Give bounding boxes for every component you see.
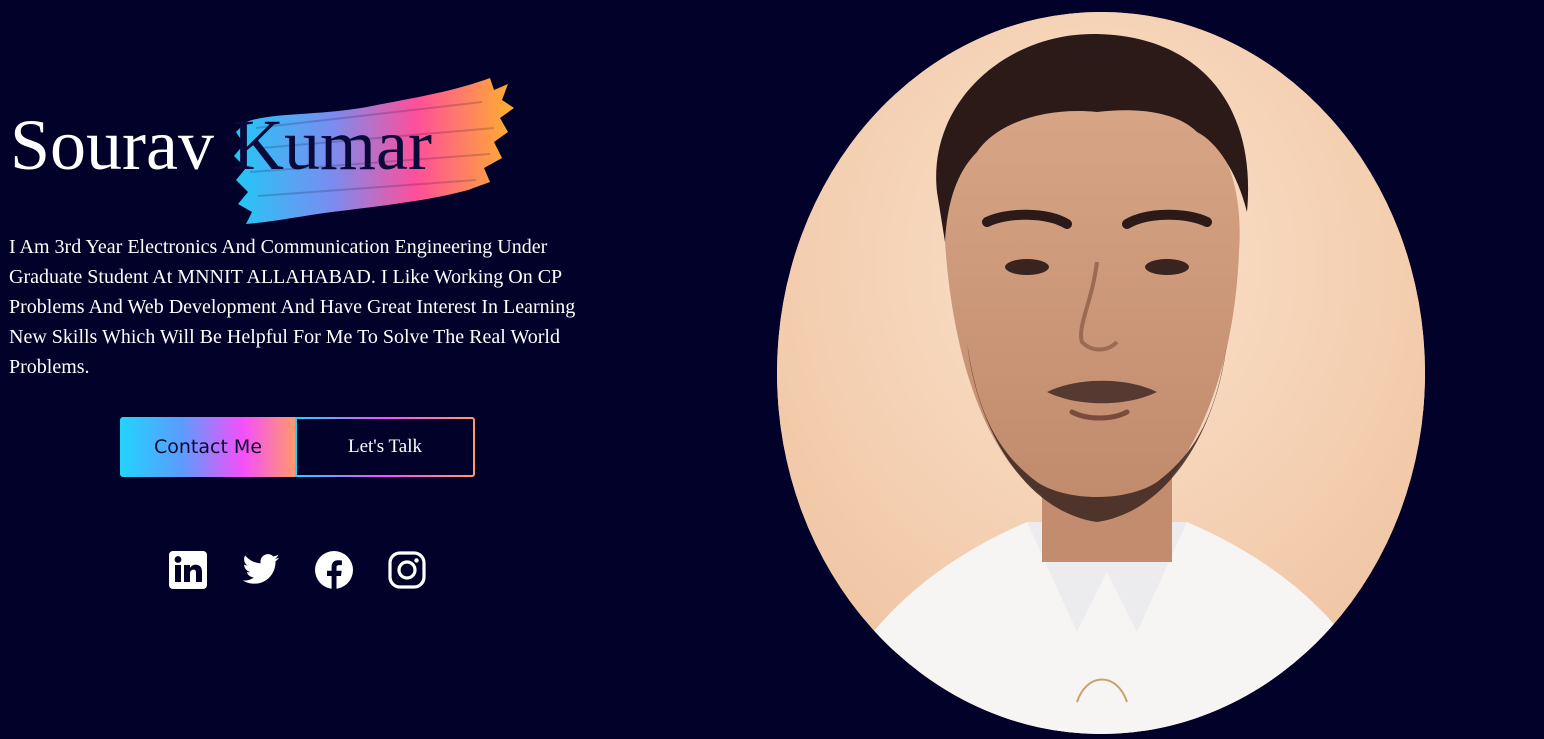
last-name: Kumar <box>231 105 432 185</box>
facebook-link[interactable] <box>314 550 354 590</box>
portrait-illustration <box>777 12 1425 734</box>
instagram-icon <box>388 551 426 589</box>
twitter-icon <box>242 554 280 584</box>
instagram-link[interactable] <box>387 550 427 590</box>
first-name: Sourav <box>10 105 214 185</box>
hero-name: Sourav Kumar <box>10 100 432 190</box>
bio-text: I Am 3rd Year Electronics And Communicat… <box>9 236 576 378</box>
hero-intro: Sourav Kumar I Am 3rd Year Electronics A… <box>0 0 600 739</box>
twitter-link[interactable] <box>241 550 281 590</box>
social-links <box>168 550 427 590</box>
portfolio-page: Sourav Kumar I Am 3rd Year Electronics A… <box>0 0 1544 739</box>
linkedin-icon <box>169 551 207 589</box>
contact-me-button[interactable]: Contact Me <box>120 417 296 477</box>
facebook-icon <box>315 551 353 589</box>
lets-talk-button[interactable]: Let's Talk <box>295 417 475 477</box>
linkedin-link[interactable] <box>168 550 208 590</box>
profile-photo <box>777 12 1425 734</box>
